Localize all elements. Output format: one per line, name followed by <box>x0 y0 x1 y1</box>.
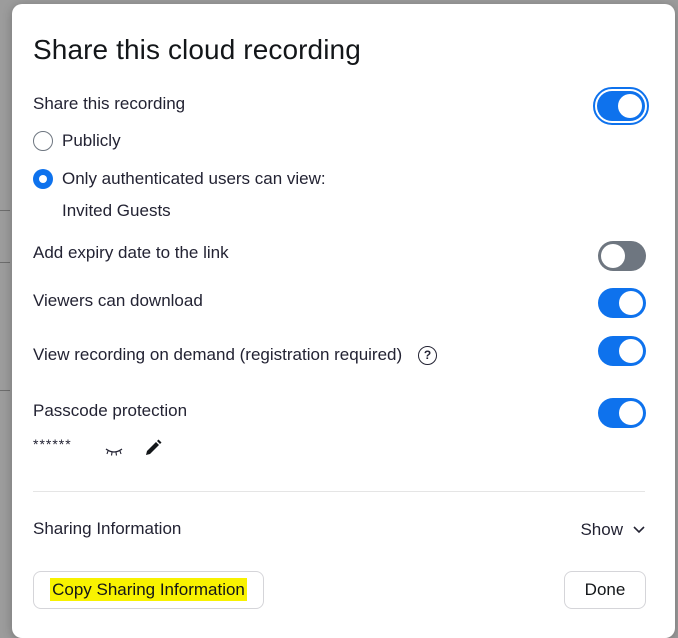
download-toggle[interactable] <box>598 288 646 318</box>
copy-sharing-information-button[interactable]: Copy Sharing Information <box>33 571 264 609</box>
help-icon[interactable]: ? <box>418 346 437 365</box>
toggle-knob <box>619 339 643 363</box>
show-label: Show <box>580 520 623 539</box>
publicly-radio[interactable] <box>33 131 53 151</box>
chevron-down-icon <box>633 526 645 534</box>
share-recording-toggle[interactable] <box>593 87 649 125</box>
done-button[interactable]: Done <box>564 571 646 609</box>
toggle-knob <box>601 244 625 268</box>
download-label: Viewers can download <box>33 291 203 310</box>
expiry-label: Add expiry date to the link <box>33 243 229 262</box>
dialog-title: Share this cloud recording <box>33 34 361 65</box>
expiry-toggle[interactable] <box>598 241 646 271</box>
show-sharing-information-toggle[interactable]: Show <box>580 520 645 540</box>
publicly-radio-label[interactable]: Publicly <box>62 131 121 151</box>
toggle-knob <box>619 291 643 315</box>
share-recording-label: Share this recording <box>33 94 186 113</box>
background-divider <box>0 390 10 391</box>
authenticated-users-radio-label[interactable]: Only authenticated users can view: <box>62 169 326 189</box>
copy-sharing-information-label: Copy Sharing Information <box>50 578 247 601</box>
toggle-knob <box>619 401 643 425</box>
toggle-knob <box>618 94 642 118</box>
invited-guests-label: Invited Guests <box>62 201 171 220</box>
passcode-label: Passcode protection <box>33 401 188 420</box>
passcode-masked-value: ****** <box>33 436 72 452</box>
background-divider <box>0 262 10 263</box>
pencil-icon[interactable] <box>144 439 162 462</box>
on-demand-toggle[interactable] <box>598 336 646 366</box>
eye-closed-icon[interactable] <box>105 444 123 462</box>
section-divider <box>33 491 645 492</box>
authenticated-users-radio[interactable] <box>33 169 53 189</box>
background-divider <box>0 210 10 211</box>
radio-dot <box>39 175 47 183</box>
share-recording-dialog: Share this cloud recording Share this re… <box>12 4 675 638</box>
sharing-information-label: Sharing Information <box>33 519 182 538</box>
passcode-toggle[interactable] <box>598 398 646 428</box>
on-demand-label: View recording on demand (registration r… <box>33 345 403 364</box>
